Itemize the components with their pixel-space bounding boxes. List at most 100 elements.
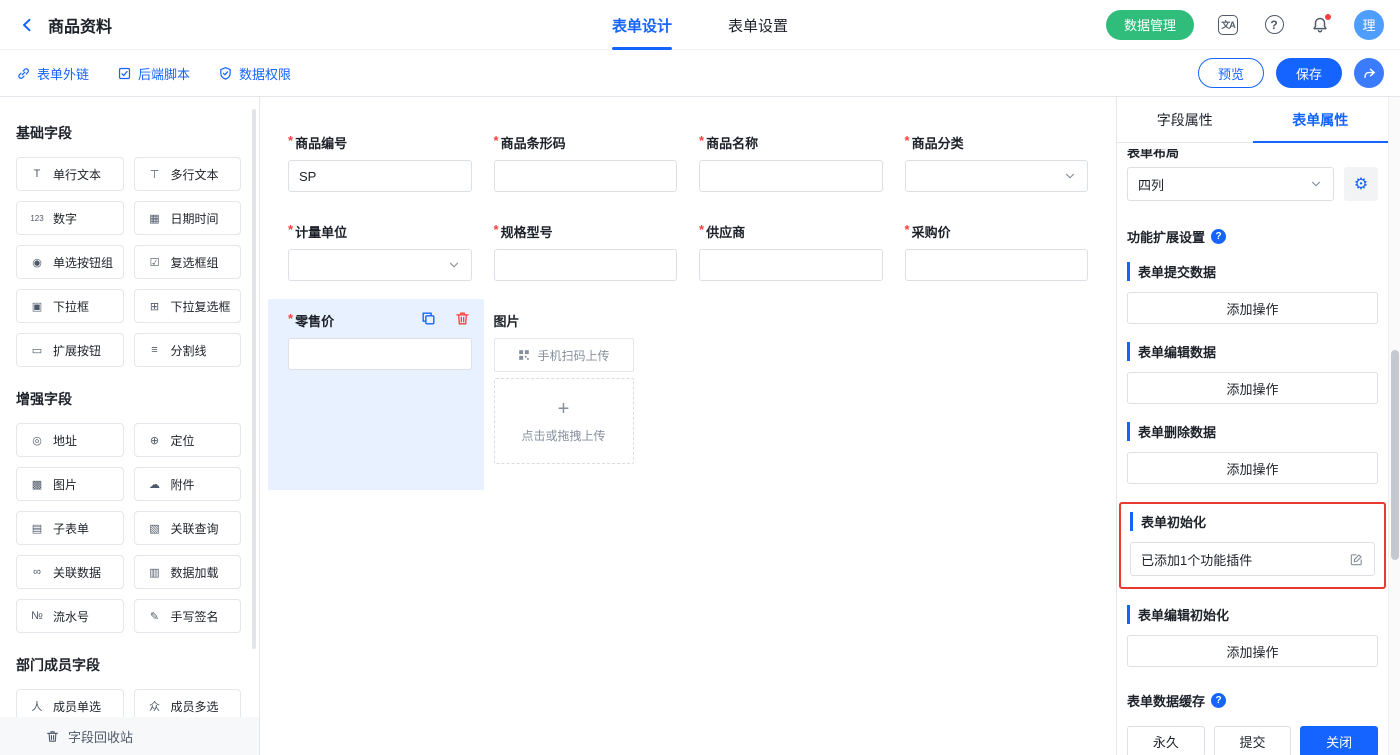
- cache-option-close[interactable]: 关闭: [1300, 726, 1378, 755]
- back-button[interactable]: [16, 14, 38, 36]
- plus-icon: +: [558, 399, 570, 419]
- field-item-datetime[interactable]: ▦日期时间: [134, 201, 242, 235]
- page-scrollbar-thumb[interactable]: [1391, 350, 1399, 560]
- backend-script-link[interactable]: 后端脚本: [117, 64, 190, 83]
- form-field-retail-price-selected[interactable]: *零售价: [268, 299, 484, 490]
- unit-select[interactable]: [288, 249, 472, 281]
- add-action-button-delete[interactable]: 添加操作: [1127, 452, 1378, 484]
- field-item-attachment[interactable]: ☁附件: [134, 467, 242, 501]
- field-item-extend-button[interactable]: ▭扩展按钮: [16, 333, 124, 367]
- required-mark: *: [699, 222, 704, 241]
- form-external-link[interactable]: 表单外链: [16, 64, 89, 83]
- field-item-subform[interactable]: ▤子表单: [16, 511, 124, 545]
- field-item-divider[interactable]: ≡分割线: [134, 333, 242, 367]
- upload-dropzone[interactable]: + 点击或拖拽上传: [494, 378, 634, 464]
- field-item-data-load[interactable]: ▥数据加载: [134, 555, 242, 589]
- form-init-title: 表单初始化: [1130, 512, 1375, 531]
- field-item-location[interactable]: ⊕定位: [134, 423, 242, 457]
- help-button[interactable]: ?: [1262, 13, 1286, 37]
- translate-button[interactable]: 文A: [1216, 13, 1240, 37]
- edit-icon: [1349, 552, 1364, 567]
- cache-option-permanent[interactable]: 永久: [1127, 726, 1205, 755]
- page-scrollbar[interactable]: [1388, 97, 1400, 755]
- scan-upload-button[interactable]: 手机扫码上传: [494, 338, 634, 372]
- field-item-multi-line-text[interactable]: ⊤多行文本: [134, 157, 242, 191]
- tab-form-design[interactable]: 表单设计: [612, 0, 672, 50]
- retail-price-input[interactable]: [288, 338, 472, 370]
- layout-columns-select[interactable]: 四列: [1127, 167, 1334, 201]
- supplier-input[interactable]: [699, 249, 883, 281]
- save-button[interactable]: 保存: [1276, 58, 1342, 88]
- backend-script-label: 后端脚本: [138, 64, 190, 83]
- field-item-multi-dropdown[interactable]: ⊞下拉复选框: [134, 289, 242, 323]
- layout-settings-button[interactable]: ⚙: [1344, 167, 1378, 201]
- field-label: 商品名称: [706, 133, 758, 152]
- form-field-spec-model[interactable]: *规格型号: [494, 222, 678, 281]
- form-init-plugin-field[interactable]: 已添加1个功能插件: [1130, 542, 1375, 576]
- delete-field-button[interactable]: [452, 307, 474, 329]
- field-item-signature[interactable]: ✎手写签名: [134, 599, 242, 633]
- required-mark: *: [288, 311, 293, 330]
- add-action-button-edit[interactable]: 添加操作: [1127, 372, 1378, 404]
- serial-number-icon: №: [27, 610, 47, 622]
- form-canvas[interactable]: *商品编号 SP *商品条形码 *商品名称 *商品分类: [260, 97, 1116, 755]
- form-field-unit[interactable]: *计量单位: [288, 222, 472, 281]
- subform-icon: ▤: [27, 522, 47, 535]
- field-panel-scrollbar[interactable]: [252, 109, 256, 649]
- data-permission-link[interactable]: 数据权限: [218, 64, 291, 83]
- field-item-address[interactable]: ◎地址: [16, 423, 124, 457]
- tab-form-settings[interactable]: 表单设置: [728, 0, 788, 50]
- product-name-input[interactable]: [699, 160, 883, 192]
- field-label: 供应商: [706, 222, 745, 241]
- form-field-supplier[interactable]: *供应商: [699, 222, 883, 281]
- extension-settings-help-icon[interactable]: ?: [1211, 229, 1226, 244]
- notification-button[interactable]: [1308, 13, 1332, 37]
- upload-hint: 点击或拖拽上传: [521, 427, 605, 444]
- field-item-image[interactable]: ▩图片: [16, 467, 124, 501]
- field-item-serial-number[interactable]: №流水号: [16, 599, 124, 633]
- linked-data-icon: ∞: [27, 566, 47, 578]
- field-label: 计量单位: [295, 222, 347, 241]
- product-code-input[interactable]: SP: [288, 160, 472, 192]
- help-icon: ?: [1265, 15, 1284, 34]
- field-item-number[interactable]: 123数字: [16, 201, 124, 235]
- preview-button[interactable]: 预览: [1198, 58, 1264, 88]
- field-item-single-line-text[interactable]: T单行文本: [16, 157, 124, 191]
- form-submit-data-title: 表单提交数据: [1127, 262, 1378, 281]
- form-cache-help-icon[interactable]: ?: [1211, 693, 1226, 708]
- field-item-linked-data[interactable]: ∞关联数据: [16, 555, 124, 589]
- field-item-dropdown[interactable]: ▣下拉框: [16, 289, 124, 323]
- field-recycle-bin[interactable]: 字段回收站: [0, 717, 259, 755]
- avatar[interactable]: 理: [1354, 10, 1384, 40]
- edit-plugin-button[interactable]: [1349, 552, 1364, 567]
- form-edit-data-title: 表单编辑数据: [1127, 342, 1378, 361]
- required-mark: *: [905, 133, 910, 152]
- barcode-input[interactable]: [494, 160, 678, 192]
- form-field-product-name[interactable]: *商品名称: [699, 133, 883, 192]
- link-icon: [16, 66, 31, 81]
- form-field-purchase-price[interactable]: *采购价: [905, 222, 1089, 281]
- form-field-product-code[interactable]: *商品编号 SP: [288, 133, 472, 192]
- form-field-product-category[interactable]: *商品分类: [905, 133, 1089, 192]
- required-mark: *: [288, 222, 293, 241]
- share-button[interactable]: [1354, 58, 1384, 88]
- spec-model-input[interactable]: [494, 249, 678, 281]
- chevron-down-icon: [1309, 177, 1323, 191]
- field-item-linked-query[interactable]: ▧关联查询: [134, 511, 242, 545]
- add-action-button-submit[interactable]: 添加操作: [1127, 292, 1378, 324]
- form-field-image-upload[interactable]: 图片 手机扫码上传 + 点击或拖拽上传: [494, 311, 678, 464]
- product-category-select[interactable]: [905, 160, 1089, 192]
- form-edit-init-title: 表单编辑初始化: [1127, 605, 1378, 624]
- data-manage-button[interactable]: 数据管理: [1106, 10, 1194, 40]
- field-item-radio-group[interactable]: ◉单选按钮组: [16, 245, 124, 279]
- field-item-checkbox-group[interactable]: ☑复选框组: [134, 245, 242, 279]
- form-field-barcode[interactable]: *商品条形码: [494, 133, 678, 192]
- number-icon: 123: [27, 214, 47, 223]
- purchase-price-input[interactable]: [905, 249, 1089, 281]
- cache-option-submit[interactable]: 提交: [1214, 726, 1292, 755]
- add-action-button-edit-init[interactable]: 添加操作: [1127, 635, 1378, 667]
- tab-form-properties[interactable]: 表单属性: [1253, 97, 1389, 142]
- section-form-delete-data: 表单删除数据 添加操作: [1127, 422, 1378, 484]
- duplicate-field-button[interactable]: [418, 307, 440, 329]
- tab-field-properties[interactable]: 字段属性: [1117, 97, 1253, 142]
